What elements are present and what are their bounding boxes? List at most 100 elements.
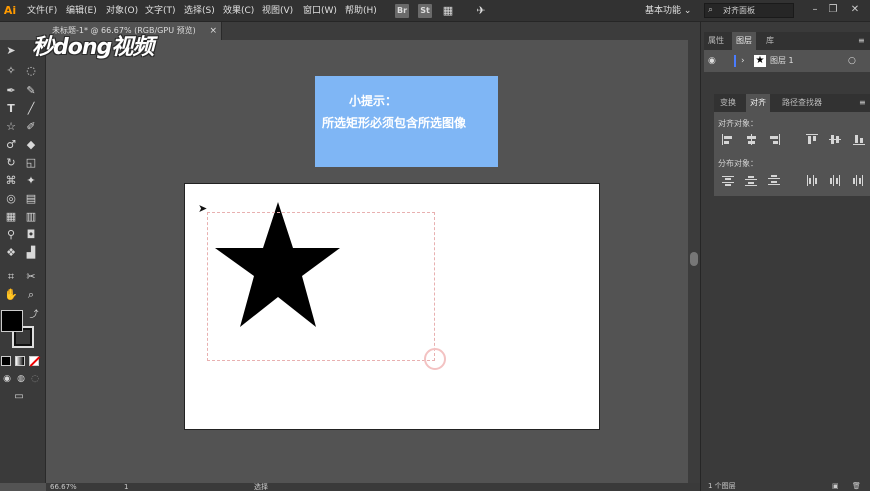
- workspace-switcher[interactable]: 基本功能 ⌄: [645, 0, 691, 22]
- status-bar: 66.67% 1 选择: [46, 483, 700, 491]
- menu-window[interactable]: 窗口(W): [303, 0, 337, 22]
- layer-target-icon[interactable]: ○: [848, 53, 856, 69]
- screen-mode-icon[interactable]: ▭: [12, 390, 26, 404]
- align-left-icon[interactable]: [722, 134, 734, 145]
- gpu-rocket-icon[interactable]: ✈: [474, 4, 488, 18]
- pen-tool-icon[interactable]: ✒: [4, 84, 18, 98]
- layer-name[interactable]: 图层 1: [770, 53, 794, 69]
- menu-view[interactable]: 视图(V): [262, 0, 293, 22]
- gradient-mode-icon[interactable]: [15, 356, 25, 366]
- shaper-tool-icon[interactable]: ♂: [4, 138, 18, 152]
- align-vertical-center-icon[interactable]: [829, 134, 841, 145]
- lasso-tool-icon[interactable]: ◌: [24, 64, 38, 78]
- menu-file[interactable]: 文件(F): [27, 0, 57, 22]
- warp-tool-icon[interactable]: ⌘: [4, 174, 18, 188]
- zoom-level[interactable]: 66.67%: [50, 483, 77, 491]
- delete-layer-icon[interactable]: 🗑: [852, 482, 861, 490]
- none-mode-icon[interactable]: [29, 356, 41, 367]
- marquee-selection: [207, 212, 435, 361]
- menu-type[interactable]: 文字(T): [145, 0, 176, 22]
- layers-panel: ◉ › ★ 图层 1 ○: [704, 50, 870, 72]
- distribute-bottom-icon[interactable]: [768, 175, 780, 186]
- tab-properties[interactable]: 属性: [704, 32, 728, 50]
- curvature-tool-icon[interactable]: ✎: [24, 84, 38, 98]
- blend-tool-icon[interactable]: ◘: [24, 228, 38, 242]
- zoom-tool-icon[interactable]: ⌕: [24, 288, 38, 302]
- restore-icon[interactable]: ❐: [826, 3, 840, 17]
- slice-tool-icon[interactable]: ✂: [24, 270, 38, 284]
- search-input[interactable]: 对齐面板: [723, 4, 755, 17]
- selection-tool-icon[interactable]: ➤: [4, 44, 18, 58]
- menu-bar: Ai 文件(F) 编辑(E) 对象(O) 文字(T) 选择(S) 效果(C) 视…: [0, 0, 870, 22]
- cursor-highlight: [424, 348, 446, 370]
- layers-panel-tabs: 属性 图层 库 ≡: [704, 32, 870, 50]
- search-field[interactable]: ⌕ 对齐面板: [704, 3, 794, 18]
- color-mode-icon[interactable]: [1, 356, 11, 366]
- new-layer-icon[interactable]: ▣: [832, 482, 839, 490]
- eyedropper-tool-icon[interactable]: ⚲: [4, 228, 18, 242]
- arrange-documents-icon[interactable]: ▦: [441, 4, 455, 18]
- stock-button[interactable]: St: [418, 4, 432, 18]
- right-dock: [700, 22, 870, 491]
- column-graph-tool-icon[interactable]: ▟: [24, 246, 38, 260]
- tab-pathfinder[interactable]: 路径查找器: [778, 94, 826, 112]
- close-tab-icon[interactable]: ×: [209, 22, 217, 40]
- tab-transform[interactable]: 变换: [716, 94, 740, 112]
- align-horizontal-center-icon[interactable]: [745, 134, 757, 145]
- current-tool-status: 选择: [254, 483, 268, 491]
- distribute-horizontal-center-icon[interactable]: [829, 175, 841, 186]
- watermark-logo: 秒dong视频: [32, 35, 154, 60]
- menu-edit[interactable]: 编辑(E): [66, 0, 97, 22]
- vertical-scrollbar[interactable]: [688, 40, 700, 483]
- line-tool-icon[interactable]: ╱: [24, 102, 38, 116]
- paintbrush-tool-icon[interactable]: ✐: [24, 120, 38, 134]
- type-tool-icon[interactable]: T: [4, 102, 18, 116]
- symbol-sprayer-tool-icon[interactable]: ❖: [4, 246, 18, 260]
- fill-swatch[interactable]: [1, 310, 23, 332]
- distribute-top-icon[interactable]: [722, 175, 734, 186]
- draw-inside-icon[interactable]: ◌: [28, 372, 42, 386]
- draw-behind-icon[interactable]: ◍: [14, 372, 28, 386]
- swap-colors-icon[interactable]: ⤴: [27, 308, 41, 322]
- align-panel-menu-icon[interactable]: ≡: [855, 94, 870, 112]
- align-right-icon[interactable]: [768, 134, 780, 145]
- bridge-button[interactable]: Br: [395, 4, 409, 18]
- mesh-tool-icon[interactable]: ▦: [4, 210, 18, 224]
- menu-object[interactable]: 对象(O): [106, 0, 138, 22]
- menu-help[interactable]: 帮助(H): [345, 0, 377, 22]
- hand-tool-icon[interactable]: ✋: [4, 288, 18, 302]
- menu-select[interactable]: 选择(S): [184, 0, 215, 22]
- layer-row[interactable]: ◉ › ★ 图层 1 ○: [704, 53, 870, 69]
- menu-effect[interactable]: 效果(C): [223, 0, 254, 22]
- artboard-tool-icon[interactable]: ⌗: [4, 270, 18, 284]
- puppet-warp-tool-icon[interactable]: ✦: [24, 174, 38, 188]
- mouse-cursor-icon: ➤: [198, 202, 208, 215]
- tab-align[interactable]: 对齐: [746, 94, 770, 112]
- minimize-icon[interactable]: –: [808, 3, 822, 17]
- eraser-tool-icon[interactable]: ◆: [24, 138, 38, 152]
- gradient-tool-icon[interactable]: ▥: [24, 210, 38, 224]
- align-top-icon[interactable]: [806, 134, 818, 145]
- align-bottom-icon[interactable]: [853, 134, 865, 145]
- align-objects-label: 对齐对象：: [718, 119, 758, 128]
- tab-libraries[interactable]: 库: [762, 32, 778, 50]
- visibility-eye-icon[interactable]: ◉: [708, 53, 716, 69]
- tab-layers[interactable]: 图层: [732, 32, 756, 50]
- draw-normal-icon[interactable]: ◉: [0, 372, 14, 386]
- panel-menu-icon[interactable]: ≡: [854, 32, 869, 50]
- perspective-grid-tool-icon[interactable]: ▤: [24, 192, 38, 206]
- vertical-scrollbar-thumb[interactable]: [690, 252, 698, 266]
- shape-builder-tool-icon[interactable]: ◎: [4, 192, 18, 206]
- tools-panel: ➤ ✧ ◌ ✒ ✎ T ╱ ☆ ✐ ♂ ◆ ↻ ◱ ⌘ ✦ ◎ ▤ ▦ ▥ ⚲ …: [0, 40, 46, 483]
- star-tool-icon[interactable]: ☆: [4, 120, 18, 134]
- magic-wand-tool-icon[interactable]: ✧: [4, 64, 18, 78]
- expand-chevron-icon[interactable]: ›: [741, 53, 745, 69]
- close-window-icon[interactable]: ✕: [848, 3, 862, 17]
- rotate-tool-icon[interactable]: ↻: [4, 156, 18, 170]
- distribute-right-icon[interactable]: [853, 175, 865, 186]
- distribute-vertical-center-icon[interactable]: [745, 175, 757, 186]
- app-logo: Ai: [3, 4, 17, 17]
- scale-tool-icon[interactable]: ◱: [24, 156, 38, 170]
- artboard-number[interactable]: 1: [124, 483, 128, 491]
- distribute-left-icon[interactable]: [806, 175, 818, 186]
